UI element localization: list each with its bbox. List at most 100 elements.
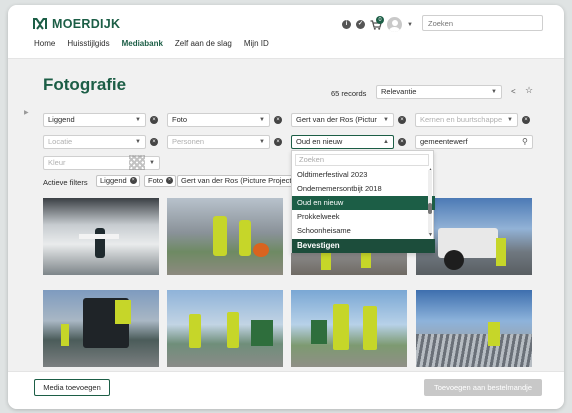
- share-icon[interactable]: <: [511, 87, 516, 96]
- filter-kleur-placeholder: Kleur: [48, 158, 66, 167]
- filter-event-value: Oud en nieuw: [296, 137, 343, 146]
- clear-locatie-icon[interactable]: ×: [150, 138, 158, 146]
- dropdown-option-selected[interactable]: Oud en nieuw: [292, 196, 435, 210]
- chip-label: Gert van der Ros (Picture Project): [181, 176, 294, 185]
- filter-type-value: Foto: [172, 115, 188, 124]
- dropdown-search-input[interactable]: Zoeken: [295, 154, 429, 166]
- clear-kernen-icon[interactable]: ×: [522, 116, 530, 124]
- active-filter-chip[interactable]: Liggend ×: [96, 175, 140, 187]
- worker-figure: [496, 238, 506, 266]
- photo-thumbnail[interactable]: [291, 290, 407, 367]
- header: MOERDIJK i ✓ 0 ▼ Home Huisstijlgids Medi…: [8, 5, 564, 59]
- remove-chip-icon[interactable]: ×: [129, 177, 137, 184]
- active-filter-chip[interactable]: Foto ×: [144, 175, 177, 187]
- keyword-value: gemeentewerf: [420, 137, 468, 146]
- chevron-down-icon[interactable]: ▼: [407, 22, 413, 28]
- photo-thumbnail[interactable]: [43, 290, 159, 367]
- sort-value: Relevantie: [381, 87, 417, 96]
- filter-photographer-value: Gert van der Ros (Pictur: [296, 115, 377, 124]
- clear-event-icon[interactable]: ×: [398, 138, 406, 146]
- main-nav: Home Huisstijlgids Mediabank Zelf aan de…: [34, 39, 269, 48]
- chevron-down-icon: ▼: [383, 117, 389, 123]
- search-icon[interactable]: ⚲: [522, 137, 528, 146]
- filter-personen-placeholder: Personen: [172, 137, 205, 146]
- clear-orientation-icon[interactable]: ×: [150, 116, 158, 124]
- nav-item-mijn-id[interactable]: Mijn ID: [244, 39, 269, 48]
- nav-item-huisstijlgids[interactable]: Huisstijlgids: [67, 39, 109, 48]
- info-icon[interactable]: i: [342, 20, 351, 29]
- dropdown-option[interactable]: Prokkelweek: [292, 210, 435, 224]
- keyword-input[interactable]: gemeentewerf: [415, 135, 533, 149]
- worker-figure: [213, 216, 227, 256]
- photo-thumbnail[interactable]: [43, 198, 159, 275]
- dropdown-option[interactable]: Oldtimerfestival 2023: [292, 168, 435, 182]
- clear-type-icon[interactable]: ×: [274, 116, 282, 124]
- filter-locatie-placeholder: Locatie: [48, 137, 73, 146]
- worker-figure: [115, 300, 131, 324]
- chevron-down-icon: ▼: [135, 117, 141, 123]
- chip-label: Foto: [148, 176, 164, 185]
- user-avatar[interactable]: [387, 17, 402, 32]
- chevron-down-icon: ▼: [149, 160, 155, 166]
- photo-thumbnail[interactable]: [167, 290, 283, 367]
- clear-personen-icon[interactable]: ×: [274, 138, 282, 146]
- search-input[interactable]: [422, 15, 543, 31]
- color-swatch-icon[interactable]: [129, 155, 145, 170]
- banner-shape: [79, 234, 119, 239]
- filter-orientation-value: Liggend: [48, 115, 75, 124]
- check-icon[interactable]: ✓: [356, 20, 365, 29]
- worker-figure: [239, 220, 251, 256]
- event-dropdown: Zoeken ▲ Oldtimerfestival 2023 Onderneme…: [291, 150, 435, 253]
- dropdown-scrollbar[interactable]: [428, 170, 432, 234]
- bin-shape: [251, 320, 273, 346]
- cart-icon[interactable]: 0: [370, 15, 384, 30]
- nav-item-home[interactable]: Home: [34, 39, 55, 48]
- footer-bar: Media toevoegen Toevoegen aan bestelmand…: [8, 371, 564, 409]
- active-filter-chip[interactable]: Gert van der Ros (Picture Project)×: [177, 175, 307, 187]
- filter-personen[interactable]: Personen ▼: [167, 135, 270, 149]
- chevron-down-icon: ▼: [135, 139, 141, 145]
- worker-figure: [488, 322, 500, 346]
- add-to-order-button[interactable]: Toevoegen aan bestelmandje: [424, 379, 542, 396]
- clear-photographer-icon[interactable]: ×: [398, 116, 406, 124]
- sort-select[interactable]: Relevantie ▼: [376, 85, 502, 99]
- chevron-up-icon: ▲: [383, 139, 389, 145]
- confirm-button[interactable]: Bevestigen: [292, 239, 435, 253]
- logo[interactable]: MOERDIJK: [33, 17, 120, 31]
- chevron-down-icon: ▼: [507, 117, 513, 123]
- chip-label: Liggend: [100, 176, 127, 185]
- chevron-down-icon: ▼: [491, 89, 497, 95]
- wheel-shape: [444, 250, 464, 270]
- remove-chip-icon[interactable]: ×: [166, 177, 174, 184]
- dropdown-list: Oldtimerfestival 2023 Ondernemersontbijt…: [292, 168, 435, 237]
- dropdown-option[interactable]: Ondernemersontbijt 2018: [292, 182, 435, 196]
- photo-thumbnail[interactable]: [416, 290, 532, 367]
- dropdown-option[interactable]: Schoonheisame: [292, 224, 435, 237]
- record-count: 65 records: [331, 89, 367, 98]
- nav-item-mediabank[interactable]: Mediabank: [122, 39, 163, 48]
- pipes-shape: [416, 334, 532, 367]
- logo-text: MOERDIJK: [52, 17, 121, 31]
- filter-event[interactable]: Oud en nieuw ▲: [291, 135, 394, 149]
- chevron-down-icon: ▼: [259, 139, 265, 145]
- chevron-down-icon: ▼: [259, 117, 265, 123]
- filter-type[interactable]: Foto ▼: [167, 113, 270, 127]
- header-icons: i ✓ 0 ▼: [342, 15, 413, 32]
- worker-figure: [227, 312, 239, 348]
- filter-orientation[interactable]: Liggend ▼: [43, 113, 146, 127]
- cart-count-badge: 0: [376, 15, 384, 24]
- sidebar-toggle-icon[interactable]: ▶: [24, 109, 29, 116]
- app-window: MOERDIJK i ✓ 0 ▼ Home Huisstijlgids Medi…: [8, 5, 564, 409]
- dropdown-scroll-thumb[interactable]: [428, 203, 432, 214]
- playground-shape: [253, 243, 269, 257]
- star-icon[interactable]: ☆: [525, 85, 533, 96]
- filter-kernen[interactable]: Kernen en buurtschappe ▼: [415, 113, 518, 127]
- photo-thumbnail[interactable]: [167, 198, 283, 275]
- filter-locatie[interactable]: Locatie ▼: [43, 135, 146, 149]
- filter-photographer[interactable]: Gert van der Ros (Pictur ▼: [291, 113, 394, 127]
- scroll-down-icon[interactable]: ▼: [428, 232, 433, 238]
- worker-figure: [333, 304, 349, 350]
- nav-item-zelf-aan-de-slag[interactable]: Zelf aan de slag: [175, 39, 232, 48]
- worker-figure: [61, 324, 69, 346]
- add-media-button[interactable]: Media toevoegen: [34, 379, 110, 396]
